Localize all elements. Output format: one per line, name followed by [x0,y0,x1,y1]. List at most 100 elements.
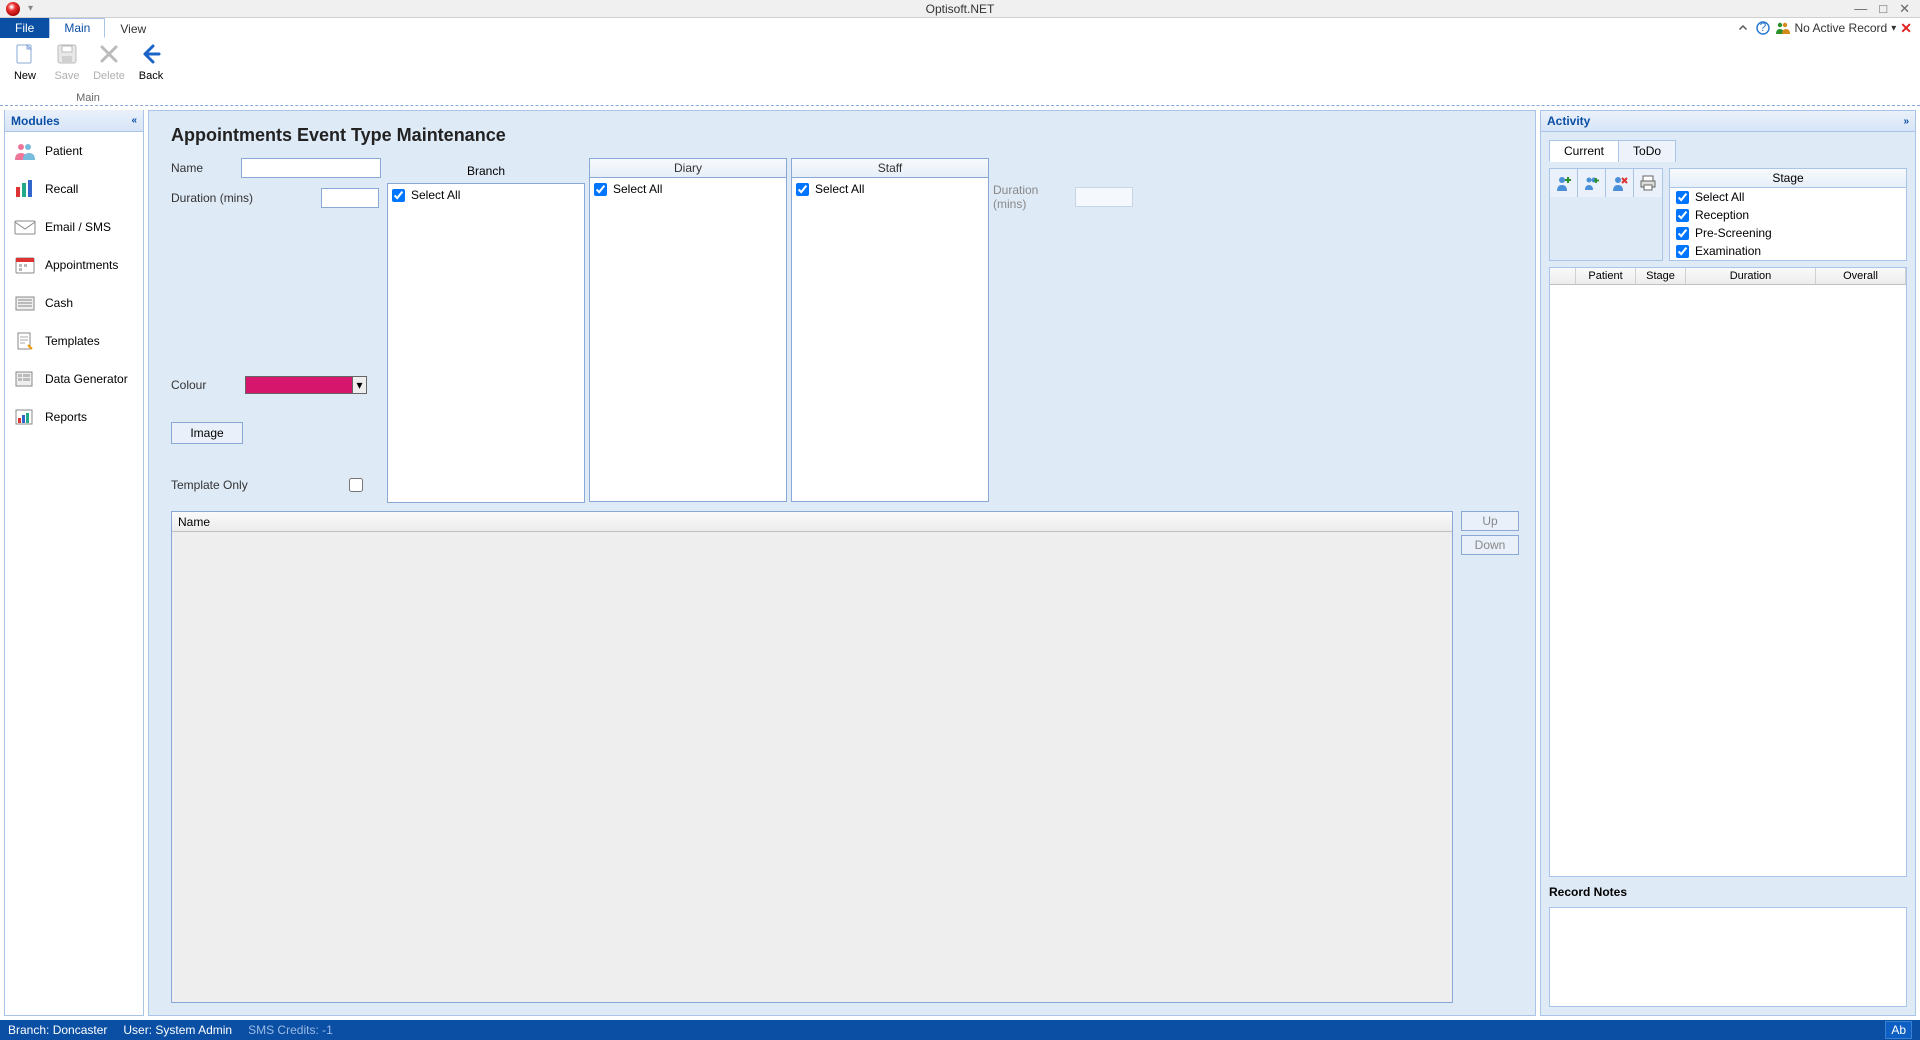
workspace: Modules « Patient Recall Email / SMS App… [0,106,1920,1020]
duration-label: Duration (mins) [171,191,321,205]
stage-checkbox[interactable] [1676,227,1689,240]
print-button[interactable] [1634,169,1662,197]
module-cash[interactable]: Cash [5,284,143,322]
activity-title: Activity [1547,114,1590,128]
ribbon-group-label: Main [0,92,176,105]
module-label: Appointments [45,258,118,272]
email-icon [13,216,37,238]
new-icon [11,40,39,68]
add-group-button[interactable] [1578,169,1606,197]
stage-checkbox[interactable] [1676,209,1689,222]
record-status: No Active Record [1795,21,1888,35]
close-window-button[interactable]: ✕ [1899,2,1910,15]
save-label: Save [54,70,79,82]
delete-label: Delete [93,70,125,82]
activity-toolbar [1549,168,1663,261]
qat-dropdown-icon[interactable]: ▾ [24,3,37,14]
branch-select-all-checkbox[interactable] [392,189,405,202]
delete-icon [95,40,123,68]
save-button[interactable]: Save [48,40,86,82]
module-label: Templates [45,334,100,348]
col-duration: Duration [1686,268,1816,284]
tab-current[interactable]: Current [1549,140,1619,162]
close-record-button[interactable]: ✕ [1900,20,1912,37]
col-stage: Stage [1636,268,1686,284]
record-status-dropdown-icon[interactable]: ▾ [1891,23,1896,34]
branch-listbox[interactable]: Select All [387,183,585,503]
record-notes[interactable] [1549,907,1907,1007]
stage-item[interactable]: Examination [1670,242,1906,260]
status-user: User: System Admin [123,1023,232,1037]
cash-icon [13,292,37,314]
stage-label: Select All [1695,190,1744,204]
back-button[interactable]: Back [132,40,170,82]
branch-select-all[interactable]: Select All [392,187,580,203]
back-label: Back [139,70,163,82]
staff-select-all[interactable]: Select All [796,181,984,197]
module-email-sms[interactable]: Email / SMS [5,208,143,246]
modules-panel: Modules « Patient Recall Email / SMS App… [4,110,144,1016]
stage-list[interactable]: Select All Reception Pre-Screening Exami… [1670,188,1906,260]
module-appointments[interactable]: Appointments [5,246,143,284]
diary-select-all-checkbox[interactable] [594,183,607,196]
expand-activity-icon[interactable]: » [1903,116,1909,127]
help-icon[interactable]: ? [1755,20,1771,36]
staff-listbox[interactable]: Select All [791,177,989,502]
colour-picker[interactable]: ▾ [245,376,367,394]
stage-item[interactable]: Reception [1670,206,1906,224]
event-type-list[interactable]: Name [171,511,1453,1003]
activity-table[interactable]: Patient Stage Duration Overall [1549,267,1907,877]
select-all-label: Select All [815,182,864,196]
module-reports[interactable]: Reports [5,398,143,436]
stage-box: Stage Select All Reception Pre-Screening… [1669,168,1907,261]
name-label: Name [171,161,241,175]
diary-select-all[interactable]: Select All [594,181,782,197]
module-label: Data Generator [45,372,128,386]
down-button[interactable]: Down [1461,535,1519,555]
module-data-generator[interactable]: Data Generator [5,360,143,398]
tab-view[interactable]: View [105,18,161,38]
activity-panel: Activity » Current ToDo Stage Select All [1540,110,1916,1016]
delete-button[interactable]: Delete [90,40,128,82]
new-button[interactable]: New [6,40,44,82]
tab-file[interactable]: File [0,18,49,38]
stage-checkbox[interactable] [1676,245,1689,258]
module-recall[interactable]: Recall [5,170,143,208]
colour-dropdown-icon[interactable]: ▾ [352,377,366,393]
maximize-button[interactable]: □ [1879,2,1887,15]
stage-item[interactable]: Pre-Screening [1670,224,1906,242]
up-button[interactable]: Up [1461,511,1519,531]
stage-label: Pre-Screening [1695,226,1772,240]
content-area: Appointments Event Type Maintenance Name… [148,110,1536,1016]
page-title: Appointments Event Type Maintenance [171,125,1519,146]
status-sms: SMS Credits: -1 [248,1023,333,1037]
template-only-label: Template Only [171,478,349,492]
template-only-checkbox[interactable] [349,478,363,492]
image-button[interactable]: Image [171,422,243,444]
new-label: New [14,70,36,82]
svg-text:?: ? [1759,21,1766,34]
add-patient-button[interactable] [1550,169,1578,197]
tab-todo[interactable]: ToDo [1618,140,1676,162]
staff-select-all-checkbox[interactable] [796,183,809,196]
record-notes-title: Record Notes [1549,883,1907,901]
ribbon-collapse-icon[interactable] [1735,20,1751,36]
duration-input[interactable] [321,188,379,208]
modules-title: Modules [11,114,60,128]
diary-listbox[interactable]: Select All [589,177,787,502]
staff-header[interactable]: Staff [791,158,989,178]
diary-header[interactable]: Diary [589,158,787,178]
stage-checkbox[interactable] [1676,191,1689,204]
minimize-button[interactable]: — [1854,2,1867,15]
module-templates[interactable]: Templates [5,322,143,360]
remove-patient-button[interactable] [1606,169,1634,197]
tab-main[interactable]: Main [49,18,105,38]
module-patient[interactable]: Patient [5,132,143,170]
collapse-modules-icon[interactable]: « [131,115,137,126]
users-icon[interactable] [1775,20,1791,36]
module-label: Cash [45,296,73,310]
stage-item[interactable]: Select All [1670,188,1906,206]
status-ab-button[interactable]: Ab [1885,1021,1912,1039]
status-branch: Branch: Doncaster [8,1023,107,1037]
name-input[interactable] [241,158,381,178]
